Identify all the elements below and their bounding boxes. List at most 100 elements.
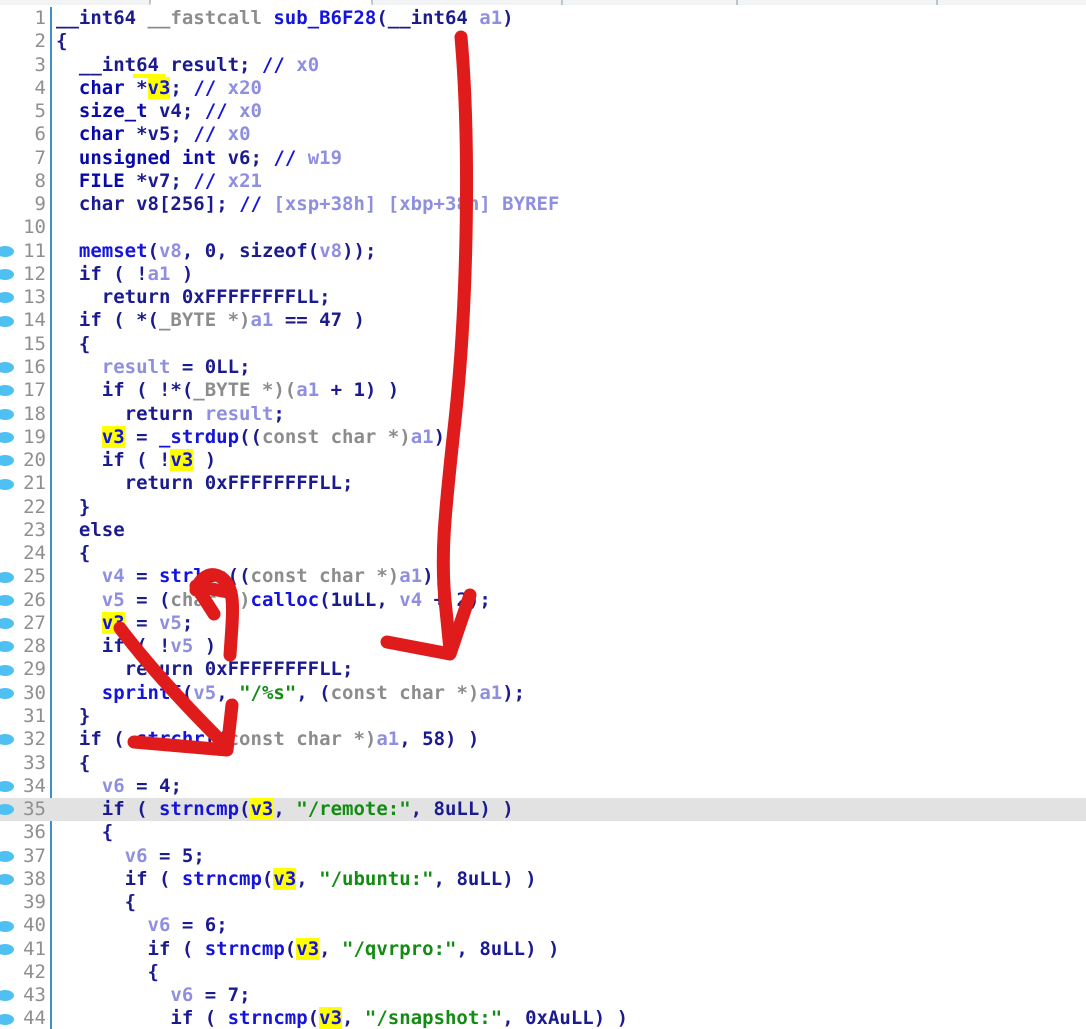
line-number: 6 [34, 123, 46, 146]
code-token: = [124, 425, 159, 448]
code-line[interactable]: 17 if ( !*(_BYTE *)(a1 + 1) ) [0, 379, 1086, 402]
code-line[interactable]: 11 memset(v8, 0, sizeof(v8)); [0, 240, 1086, 263]
code-line[interactable]: 34 v6 = 4; [0, 775, 1086, 798]
line-number: 4 [34, 76, 46, 99]
code-line[interactable]: 13 return 0xFFFFFFFFLL; [0, 286, 1086, 309]
line-number: 23 [23, 518, 46, 541]
code-line[interactable]: 31 } [0, 705, 1086, 728]
code-line[interactable]: 24 { [0, 542, 1086, 565]
code-line[interactable]: 19 v3 = _strdup((const char *)a1); [0, 425, 1086, 449]
code-token: * [136, 169, 148, 192]
pseudocode-text-area[interactable]: 1 __int64 __fastcall sub_B6F28(__int64 a1… [0, 7, 1086, 1029]
code-line-text: sprintf(v5, "/%s", (const char *)a1); [56, 682, 525, 705]
line-number: 26 [23, 588, 46, 611]
code-line[interactable]: 20 if ( !v3 ) [0, 449, 1086, 472]
code-line[interactable]: 29 return 0xFFFFFFFFLL; [0, 658, 1086, 681]
code-line[interactable]: 18 return result; [0, 403, 1086, 426]
code-token: a1 [479, 7, 503, 29]
code-line[interactable]: 12 if ( !a1 ) [0, 263, 1086, 286]
code-line[interactable]: 32 if ( strchr((const char *)a1, 58) ) [0, 728, 1086, 751]
code-line[interactable]: 35 if ( strncmp(v3, "/remote:", 8uLL) ) [0, 798, 1086, 822]
code-token: ) [502, 7, 514, 29]
code-line[interactable]: 5 size_t v4; // x0 [0, 100, 1086, 123]
line-number: 44 [23, 1007, 46, 1029]
code-line[interactable]: 33 { [0, 752, 1086, 775]
tab-active-pseudocode[interactable] [150, 0, 372, 5]
code-line[interactable]: 8 FILE *v7; // x21 [0, 170, 1086, 193]
code-token: // [193, 169, 228, 192]
code-line[interactable]: 3 __int64 result; // x0 [0, 53, 1086, 78]
code-line[interactable]: 28 if ( !v5 ) [0, 635, 1086, 658]
code-line[interactable]: 9 char v8[256]; // [xsp+38h] [xbp+38h] B… [0, 193, 1086, 216]
code-line[interactable]: 26 v5 = (char *)calloc(1uLL, v4 + 2); [0, 589, 1086, 612]
code-token: [xsp+38h] [xbp+38h] BYREF [273, 193, 560, 216]
code-line[interactable]: 40 v6 = 6; [0, 914, 1086, 937]
code-token: size_t [56, 100, 159, 123]
code-line[interactable]: 7 unsigned int v6; // w19 [0, 147, 1086, 170]
line-number: 16 [23, 355, 46, 378]
code-token: w19 [307, 146, 343, 169]
line-number: 5 [34, 100, 46, 123]
code-token: { [56, 960, 159, 983]
code-token: sizeof [239, 239, 308, 262]
code-line[interactable]: 21 return 0xFFFFFFFFLL; [0, 472, 1086, 495]
code-line-text: unsigned int v6; // w19 [56, 147, 342, 170]
code-line[interactable]: 14 if ( *(_BYTE *)a1 == 47 ) [0, 309, 1086, 332]
code-line-text: size_t v4; // x0 [56, 100, 262, 123]
code-token: char [170, 588, 228, 611]
code-line[interactable]: 44 if ( strncmp(v3, "/snapshot:", 0xAuLL… [0, 1007, 1086, 1029]
code-line-text: char *v3; // x20 [56, 76, 262, 100]
code-token: 0xFFFFFFFFLL [181, 286, 320, 309]
line-number: 38 [23, 867, 46, 890]
code-line[interactable]: 37 v6 = 5; [0, 845, 1086, 868]
code-line[interactable]: 10 [0, 216, 1086, 239]
code-line[interactable]: 22 } [0, 496, 1086, 519]
line-number: 32 [23, 728, 46, 751]
tab-0[interactable] [0, 0, 150, 5]
tab-3[interactable] [562, 0, 737, 5]
line-number: 1 [34, 7, 46, 29]
code-token: __int64 [56, 53, 171, 76]
code-token: ) ) [479, 798, 514, 821]
tab-5[interactable] [937, 0, 1086, 5]
code-token: v4 [101, 565, 125, 588]
code-token: 256 [170, 193, 205, 216]
code-token: __int64 [56, 7, 148, 29]
code-line[interactable]: 23 else [0, 519, 1086, 542]
string-literal-token: "/qvrpro:" [342, 937, 457, 960]
code-line[interactable]: 39 { [0, 891, 1086, 914]
code-token: a1 [147, 262, 171, 285]
code-token: 2 [456, 588, 468, 611]
code-token: if ( [56, 937, 205, 960]
tab-2[interactable] [372, 0, 562, 5]
code-token: char [56, 123, 137, 146]
line-number: 12 [23, 262, 46, 285]
code-token: v6 [170, 984, 194, 1007]
line-number: 10 [23, 216, 46, 239]
code-line[interactable]: 30 sprintf(v5, "/%s", (const char *)a1); [0, 682, 1086, 705]
code-line[interactable]: 6 char *v5; // x0 [0, 123, 1086, 146]
code-line[interactable]: 4 char *v3; // x20 [0, 76, 1086, 100]
line-number: 9 [34, 193, 46, 216]
code-line[interactable]: 25 v4 = strlen((const char *)a1); [0, 565, 1086, 588]
code-line[interactable]: 41 if ( strncmp(v3, "/qvrpro:", 8uLL) ) [0, 937, 1086, 961]
code-line[interactable]: 15 { [0, 333, 1086, 356]
code-token: ( [261, 867, 274, 890]
code-token: { [56, 751, 91, 774]
code-token: result [204, 402, 274, 425]
code-line[interactable]: 27 v3 = v5; [0, 611, 1086, 635]
code-token: v8 [158, 239, 182, 262]
code-line[interactable]: 42 { [0, 961, 1086, 984]
tab-4[interactable] [737, 0, 937, 5]
code-line[interactable]: 38 if ( strncmp(v3, "/ubuntu:", 8uLL) ) [0, 867, 1086, 891]
code-line[interactable]: 16 result = 0LL; [0, 356, 1086, 379]
code-line[interactable]: 36 { [0, 821, 1086, 844]
code-line[interactable]: 43 v6 = 7; [0, 984, 1086, 1007]
code-token: ) ) [525, 937, 560, 960]
code-line[interactable]: 2{ [0, 30, 1086, 53]
code-line[interactable]: 1 __int64 __fastcall sub_B6F28(__int64 a1… [0, 7, 1086, 30]
line-number: 22 [23, 495, 46, 518]
line-number: 40 [23, 914, 46, 937]
